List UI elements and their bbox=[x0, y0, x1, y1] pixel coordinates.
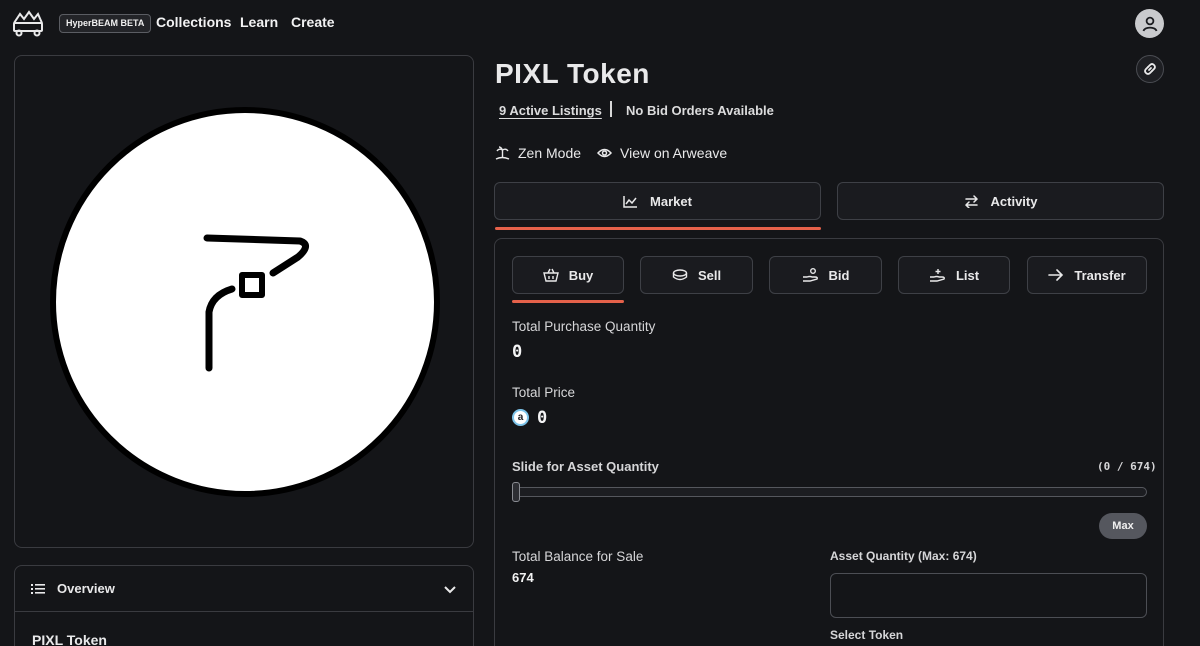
nav-collections[interactable]: Collections bbox=[156, 14, 231, 30]
sub-tab-list[interactable]: List bbox=[898, 256, 1010, 294]
total-balance-label: Total Balance for Sale bbox=[512, 549, 644, 564]
total-purchase-quantity-label: Total Purchase Quantity bbox=[512, 319, 656, 334]
sub-tab-sell[interactable]: Sell bbox=[640, 256, 753, 294]
tab-market-label: Market bbox=[650, 193, 692, 209]
page-title: PIXL Token bbox=[495, 58, 650, 89]
overview-panel: Overview PIXL Token bbox=[14, 565, 474, 646]
ar-token-icon: a bbox=[512, 409, 529, 426]
arrow-right-icon bbox=[1048, 269, 1064, 281]
asset-quantity-input[interactable] bbox=[830, 573, 1147, 618]
sub-tab-transfer[interactable]: Transfer bbox=[1027, 256, 1147, 294]
overview-toggle[interactable]: Overview bbox=[15, 566, 473, 612]
sub-tab-transfer-label: Transfer bbox=[1074, 267, 1126, 283]
hand-list-icon bbox=[929, 268, 946, 282]
eye-icon bbox=[597, 147, 612, 159]
listing-divider bbox=[610, 101, 612, 117]
zen-mode-button[interactable]: Zen Mode bbox=[495, 145, 581, 161]
nav-create[interactable]: Create bbox=[291, 14, 335, 30]
profile-avatar-button[interactable] bbox=[1135, 9, 1164, 38]
sub-tab-sell-label: Sell bbox=[697, 267, 722, 283]
zen-mode-icon bbox=[495, 145, 510, 161]
sub-tab-buy[interactable]: Buy bbox=[512, 256, 624, 294]
chevron-down-icon bbox=[443, 584, 457, 594]
total-price-label: Total Price bbox=[512, 385, 576, 400]
user-icon bbox=[1141, 15, 1159, 33]
total-purchase-quantity-value: 0 bbox=[512, 342, 523, 362]
overview-asset-name: PIXL Token bbox=[32, 632, 107, 646]
basket-icon bbox=[542, 268, 559, 282]
site-logo-icon[interactable] bbox=[12, 9, 44, 37]
copy-link-button[interactable] bbox=[1136, 55, 1164, 83]
asset-quantity-label: Asset Quantity (Max: 674) bbox=[830, 549, 977, 563]
sub-tab-bid-label: Bid bbox=[828, 267, 850, 283]
max-button[interactable]: Max bbox=[1099, 513, 1147, 539]
total-balance-value: 674 bbox=[512, 570, 534, 585]
slider-label: Slide for Asset Quantity bbox=[512, 459, 659, 474]
coins-icon bbox=[672, 269, 688, 281]
asset-image-panel bbox=[14, 55, 474, 548]
zen-mode-label: Zen Mode bbox=[518, 145, 582, 161]
line-chart-icon bbox=[623, 195, 638, 208]
active-tab-indicator bbox=[495, 227, 821, 230]
bid-status-text: No Bid Orders Available bbox=[626, 103, 774, 118]
sub-tab-bid[interactable]: Bid bbox=[769, 256, 882, 294]
view-on-arweave-label: View on Arweave bbox=[620, 145, 728, 161]
overview-title: Overview bbox=[57, 581, 115, 596]
tab-market[interactable]: Market bbox=[494, 182, 821, 220]
active-sub-tab-indicator bbox=[512, 300, 624, 303]
top-header: HyperBEAM BETA Collections Learn Create bbox=[0, 0, 1200, 46]
select-token-label: Select Token bbox=[830, 628, 904, 642]
total-price-value: 0 bbox=[537, 408, 548, 428]
swap-arrows-icon bbox=[964, 194, 979, 208]
active-listings-link[interactable]: 9 Active Listings bbox=[499, 103, 602, 118]
quantity-slider-track[interactable] bbox=[512, 487, 1147, 497]
beta-badge: HyperBEAM BETA bbox=[59, 14, 152, 33]
view-on-arweave-button[interactable]: View on Arweave bbox=[597, 145, 727, 161]
list-icon bbox=[31, 583, 45, 595]
tab-activity[interactable]: Activity bbox=[837, 182, 1164, 220]
slider-range: (0 / 674) bbox=[1097, 460, 1157, 473]
sub-tab-list-label: List bbox=[955, 267, 980, 283]
asset-image bbox=[50, 107, 440, 497]
link-icon bbox=[1143, 62, 1157, 76]
sub-tab-buy-label: Buy bbox=[568, 267, 594, 283]
tab-activity-label: Activity bbox=[990, 193, 1038, 209]
nav-learn[interactable]: Learn bbox=[240, 14, 278, 30]
hand-coin-icon bbox=[802, 268, 819, 282]
quantity-slider-thumb[interactable] bbox=[512, 482, 520, 502]
